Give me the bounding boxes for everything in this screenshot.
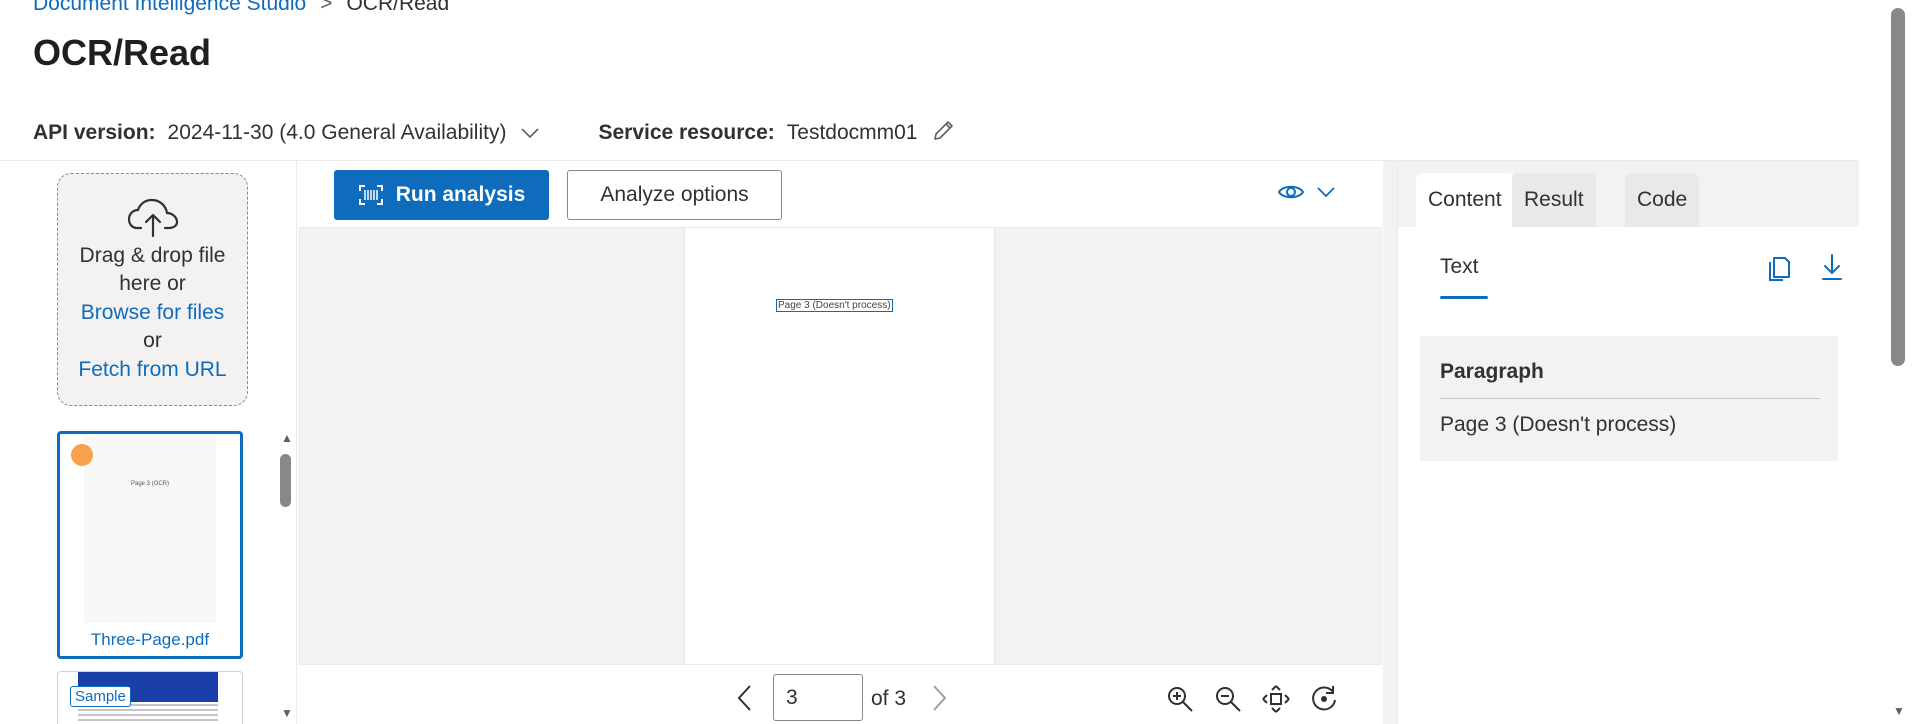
service-resource-label: Service resource:	[598, 121, 775, 144]
document-viewer: Page 3 (Doesn't process)	[298, 228, 1382, 664]
ocr-read-page: Document Intelligence Studio > OCR/Read OC…	[0, 0, 1915, 724]
edit-pencil-icon[interactable]	[931, 117, 957, 149]
thumbnail-preview: Page 3 (OCR)	[84, 437, 216, 623]
document-page: Page 3 (Doesn't process)	[685, 228, 994, 664]
thumbnail-sample[interactable]: Sample	[57, 671, 243, 724]
page-number-input[interactable]: 3	[773, 674, 863, 721]
paragraph-divider	[1440, 398, 1820, 399]
paragraph-title: Paragraph	[1440, 360, 1544, 383]
subtab-text[interactable]: Text	[1440, 255, 1479, 279]
dropzone-text-2: here or	[119, 272, 186, 295]
cloud-upload-icon	[127, 198, 178, 238]
paragraph-text: Page 3 (Doesn't process)	[1440, 413, 1677, 436]
result-panel: Content Result Code Text Paragraph Page …	[1397, 161, 1859, 724]
panel-splitter[interactable]	[1383, 161, 1397, 724]
view-toggle[interactable]	[1278, 183, 1336, 201]
zoom-out-icon[interactable]	[1213, 684, 1243, 714]
api-version-label: API version:	[33, 121, 156, 144]
subtab-underline	[1440, 296, 1488, 299]
pager-bar: 3 of 3	[298, 664, 1382, 724]
fit-to-page-icon[interactable]	[1261, 684, 1291, 714]
chevron-left-icon[interactable]	[736, 684, 754, 712]
tab-code[interactable]: Code	[1625, 173, 1700, 227]
meta-row: API version: 2024-11-30 (4.0 General Ava…	[33, 117, 957, 149]
zoom-tools	[1165, 684, 1339, 714]
thumbnail-filename: Three-Page.pdf	[90, 630, 210, 649]
page-scrollbar[interactable]: ▼	[1890, 0, 1915, 724]
sample-preview-lines	[78, 704, 218, 724]
chevron-down-icon[interactable]	[520, 121, 540, 145]
tab-content[interactable]: Content	[1416, 173, 1514, 227]
breadcrumb: Document Intelligence Studio > OCR/Read	[33, 0, 449, 17]
dropzone-or: or	[143, 329, 162, 352]
scroll-down-arrow-icon[interactable]: ▼	[1893, 704, 1905, 718]
file-dropzone[interactable]: Drag & drop file here or Browse for file…	[57, 173, 248, 406]
detected-text-box[interactable]: Page 3 (Doesn't process)	[776, 299, 893, 312]
service-resource-value: Testdocmm01	[786, 121, 918, 144]
zoom-in-icon[interactable]	[1165, 684, 1195, 714]
paragraph-card: Paragraph Page 3 (Doesn't process)	[1420, 336, 1838, 461]
dropzone-text-1: Drag & drop file	[79, 244, 226, 267]
page-count-label: of 3	[871, 687, 907, 710]
thumbnail-three-page-pdf[interactable]: Page 3 (OCR) Three-Page.pdf	[57, 431, 243, 659]
chevron-right-icon[interactable]	[930, 684, 948, 712]
thumbnail-scrollbar[interactable]	[280, 454, 291, 507]
scroll-up-arrow-icon[interactable]: ▲	[281, 431, 293, 445]
breadcrumb-current: OCR/Read	[346, 0, 450, 15]
analyze-options-button[interactable]: Analyze options	[567, 170, 782, 220]
page-title: OCR/Read	[33, 32, 212, 73]
file-panel: Drag & drop file here or Browse for file…	[0, 161, 297, 724]
page-scrollbar-thumb[interactable]	[1891, 8, 1905, 366]
fetch-from-url-link[interactable]: Fetch from URL	[58, 355, 247, 384]
result-tabbar: Content Result Code	[1398, 161, 1859, 227]
thumbnail-mini-text: Page 3 (OCR)	[130, 481, 169, 487]
eye-icon	[1278, 185, 1304, 199]
tab-result[interactable]: Result	[1512, 173, 1596, 227]
run-analysis-button[interactable]: Run analysis	[334, 170, 549, 220]
browse-files-link[interactable]: Browse for files	[58, 298, 247, 327]
viewer-toolbar: Run analysis Analyze options	[298, 161, 1382, 228]
rotate-icon[interactable]	[1309, 684, 1339, 714]
scan-icon	[358, 185, 383, 205]
copy-icon[interactable]	[1765, 253, 1791, 281]
breadcrumb-separator: >	[320, 0, 333, 15]
run-analysis-label: Run analysis	[395, 183, 526, 206]
breadcrumb-root-link[interactable]: Document Intelligence Studio	[33, 0, 306, 15]
api-version-value[interactable]: 2024-11-30 (4.0 General Availability)	[168, 121, 507, 145]
download-icon[interactable]	[1820, 253, 1844, 281]
chevron-down-icon	[1317, 187, 1335, 198]
scroll-down-arrow-icon[interactable]: ▼	[281, 706, 293, 720]
sample-badge: Sample	[70, 686, 131, 707]
status-dot	[71, 444, 93, 466]
